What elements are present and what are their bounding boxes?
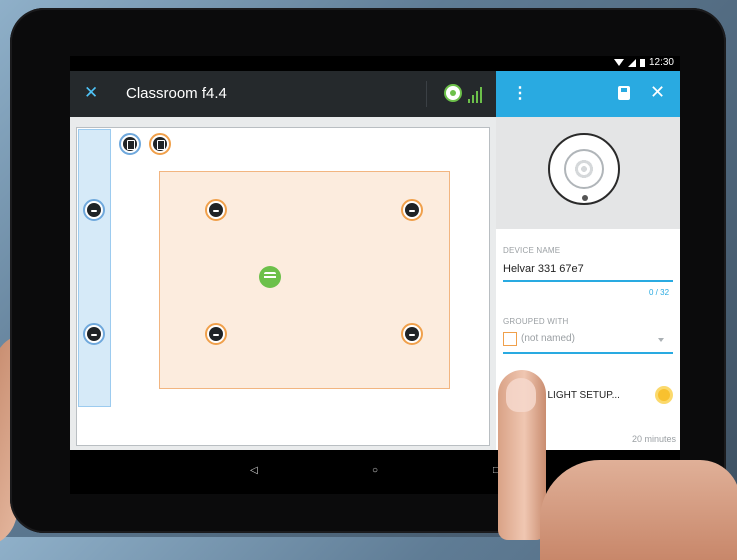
sun-icon — [658, 389, 670, 401]
grouped-with-underline — [503, 352, 673, 354]
save-icon[interactable] — [618, 86, 630, 100]
device-name-input[interactable]: Helvar 331 67e7 — [503, 263, 584, 275]
panel-toolbar: ⋮ ✕ — [496, 71, 680, 117]
cell-signal-icon — [627, 58, 636, 67]
luminaire-device[interactable] — [401, 199, 423, 221]
luminaire-device[interactable] — [83, 323, 105, 345]
group-zone-blue[interactable] — [78, 129, 111, 407]
toolbar-divider — [426, 81, 427, 107]
grouped-with-label: GROUPED WITH — [503, 317, 569, 326]
more-vert-icon[interactable]: ⋮ — [512, 83, 528, 103]
group-color-swatch — [503, 332, 517, 346]
battery-icon — [639, 58, 645, 67]
back-icon[interactable]: ◁ — [250, 465, 258, 476]
device-name-underline — [503, 280, 673, 282]
floorplan-canvas[interactable] — [76, 127, 490, 446]
sensor-device[interactable] — [259, 266, 281, 288]
app-toolbar: ✕ Classroom f4.4 — [70, 71, 496, 117]
close-icon[interactable]: ✕ — [650, 82, 665, 103]
network-status-icon[interactable] — [444, 84, 462, 102]
luminaire-device[interactable] — [205, 323, 227, 345]
luminaire-device[interactable] — [83, 199, 105, 221]
light-setup-item[interactable]: IT LIGHT SETUP... — [536, 390, 620, 401]
delay-value: 20 minutes — [632, 434, 677, 444]
close-icon[interactable]: ✕ — [84, 83, 98, 103]
wall-switch-device[interactable] — [119, 133, 141, 155]
device-image-area — [496, 117, 680, 229]
pointing-hand — [540, 460, 737, 560]
luminaire-device[interactable] — [401, 323, 423, 345]
pointing-finger — [498, 370, 546, 540]
grouped-with-select[interactable]: (not named) — [521, 333, 575, 344]
status-bar: 12:30 — [70, 56, 680, 71]
luminaire-device[interactable] — [205, 199, 227, 221]
tablet-screen: 12:30 ✕ Classroom f4.4 ⋮ ✕ DEVICE NAME H… — [70, 56, 680, 494]
signal-bars-icon — [468, 85, 482, 103]
wifi-icon — [613, 59, 624, 66]
device-name-label: DEVICE NAME — [503, 246, 561, 255]
home-icon[interactable]: ○ — [372, 465, 378, 476]
page-title: Classroom f4.4 — [126, 85, 227, 102]
status-time: 12:30 — [648, 57, 674, 68]
device-name-counter: 0 / 32 — [649, 288, 670, 297]
sensor-device-image — [548, 133, 620, 205]
chevron-down-icon[interactable] — [658, 338, 664, 342]
wall-switch-device[interactable] — [149, 133, 171, 155]
floorplan-area — [70, 117, 496, 450]
